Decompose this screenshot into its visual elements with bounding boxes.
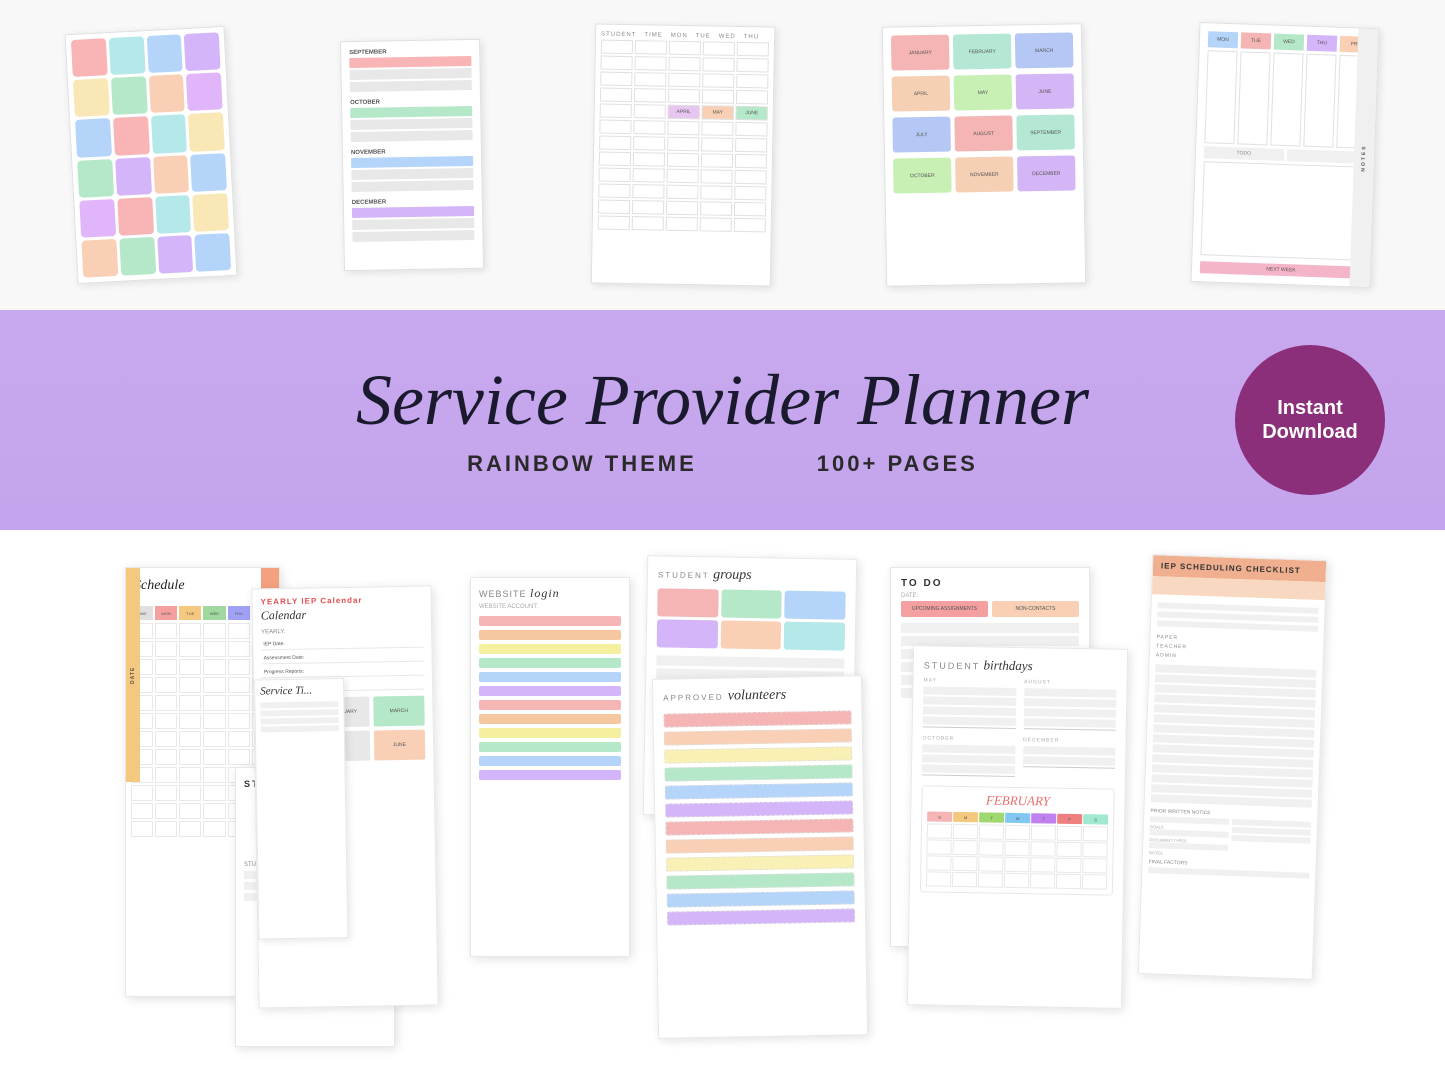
rainbow-theme-label: RAINBOW THEME <box>467 451 697 477</box>
cal-section: SEPTEMBER <box>349 48 472 92</box>
instant-download-line1: Instant <box>1277 396 1343 420</box>
grid-cell <box>194 233 231 272</box>
service-ti-page: Service Ti... <box>254 678 349 940</box>
yearly-iep-page: YEARLY IEP Calendar Calendar YEARLY: IEP… <box>251 585 438 1008</box>
grid-cell <box>183 32 220 71</box>
preview-container: SEPTEMBER OCTOBER NOVE <box>20 10 1425 300</box>
date-tab: DATE <box>126 568 140 782</box>
month-cell-july: JULY <box>892 117 951 153</box>
preview-page-colorful-grid <box>64 26 237 284</box>
banner-title: Service Provider Planner <box>356 364 1089 436</box>
student-birthdays-page: STUDENT birthdays MAY <box>907 645 1128 1009</box>
grid-cell <box>72 78 109 117</box>
cal-section: OCTOBER <box>350 98 473 142</box>
month-cell-june: JUNE <box>1015 73 1074 109</box>
yearly-iep-label: YEARLY IEP Calendar <box>261 595 423 607</box>
grid-cell <box>190 153 227 192</box>
cal-section-title: NOVEMBER <box>350 148 472 156</box>
month-cell-february: FEBRUARY <box>952 34 1011 70</box>
grid-cell <box>154 195 191 234</box>
middle-pages-group: STUDENT groups <box>645 557 875 1037</box>
banner-content: Service Provider Planner RAINBOW THEME 1… <box>356 364 1089 477</box>
february-label: FEBRUARY <box>927 791 1108 810</box>
grid-cell <box>112 116 149 155</box>
cal-section: DECEMBER <box>351 198 474 242</box>
grid-cell <box>146 34 183 73</box>
grid-cell <box>152 155 189 194</box>
preview-page-yearly: JANUARY FEBRUARY MARCH APRIL MAY JUNE JU… <box>881 23 1086 286</box>
cal-section-title: OCTOBER <box>350 98 472 106</box>
grid-cell <box>192 193 229 232</box>
grid-cell <box>75 118 112 157</box>
bottom-left-group: Schedule TIME MON TUE WED THU FRI <box>125 567 455 1047</box>
bottom-previews-container: Schedule TIME MON TUE WED THU FRI <box>20 567 1425 1047</box>
month-cell-january: JANUARY <box>890 35 949 71</box>
yearly-row: JANUARY FEBRUARY MARCH <box>890 32 1073 70</box>
grid-cell <box>116 197 153 236</box>
to-do-label: TO DO <box>901 578 1079 589</box>
instant-download-badge: Instant Download <box>1235 345 1385 495</box>
cal-section-title: SEPTEMBER <box>349 48 471 56</box>
cal-section-title: DECEMBER <box>351 198 473 206</box>
iep-checklist-label: IEP SCHEDULING CHECKLIST <box>1161 561 1318 575</box>
preview-page-weekly: MON TUE WED THU FRI TODO <box>1190 22 1379 288</box>
month-cell-december: DECEMBER <box>1017 155 1076 191</box>
grid-cell <box>70 38 107 77</box>
cal-section: NOVEMBER <box>350 148 473 192</box>
bottom-preview-section: Schedule TIME MON TUE WED THU FRI <box>0 530 1445 1084</box>
grid-cell <box>119 237 156 276</box>
schedule-row <box>600 40 768 57</box>
service-ti-label: Service Ti... <box>260 684 338 697</box>
grid-cell <box>188 113 225 152</box>
website-login-page: WEBSITE login WEBSITE ACCOUNT: <box>470 577 630 957</box>
banner-section: Service Provider Planner RAINBOW THEME 1… <box>0 310 1445 530</box>
grid-cell <box>150 114 187 153</box>
month-cell-september: SEPTEMBER <box>1016 114 1075 150</box>
grid-cell <box>186 72 223 111</box>
todo-birthdays-group: TO DO DATE: UPCOMING ASSIGNMENTS NON-CON… <box>890 567 1130 1047</box>
top-preview-section: SEPTEMBER OCTOBER NOVE <box>0 0 1445 310</box>
grid-cell <box>114 157 151 196</box>
grid-cell <box>148 74 185 113</box>
instant-download-line2: Download <box>1262 420 1358 444</box>
month-cell-may: MAY <box>953 75 1012 111</box>
grid-cell <box>108 36 145 75</box>
month-march: MARCH <box>373 696 425 727</box>
month-june: JUNE <box>373 730 425 761</box>
iep-checklist-page: IEP SCHEDULING CHECKLIST PAPER TEACHER A… <box>1138 554 1328 980</box>
pages-label: 100+ PAGES <box>817 451 978 477</box>
month-cell-april: APRIL <box>891 76 950 112</box>
preview-page-calendar: SEPTEMBER OCTOBER NOVE <box>340 39 484 271</box>
month-cell-august: AUGUST <box>954 115 1013 151</box>
grid-cell <box>77 159 114 198</box>
grid-cell <box>156 235 193 274</box>
grid-cell <box>110 76 147 115</box>
month-cell-october: OCTOBER <box>893 158 952 194</box>
month-cell-march: MARCH <box>1014 32 1073 68</box>
grid-cell <box>79 199 116 238</box>
banner-subtitle: RAINBOW THEME 100+ PAGES <box>356 451 1089 477</box>
month-cell-november: NOVEMBER <box>955 156 1014 192</box>
preview-page-schedule: STUDENT TIME MON TUE WED THU APRILMAYJUN… <box>590 23 775 286</box>
approved-volunteers-page: APPROVED volunteers <box>652 675 868 1039</box>
grid-cell <box>81 239 118 278</box>
